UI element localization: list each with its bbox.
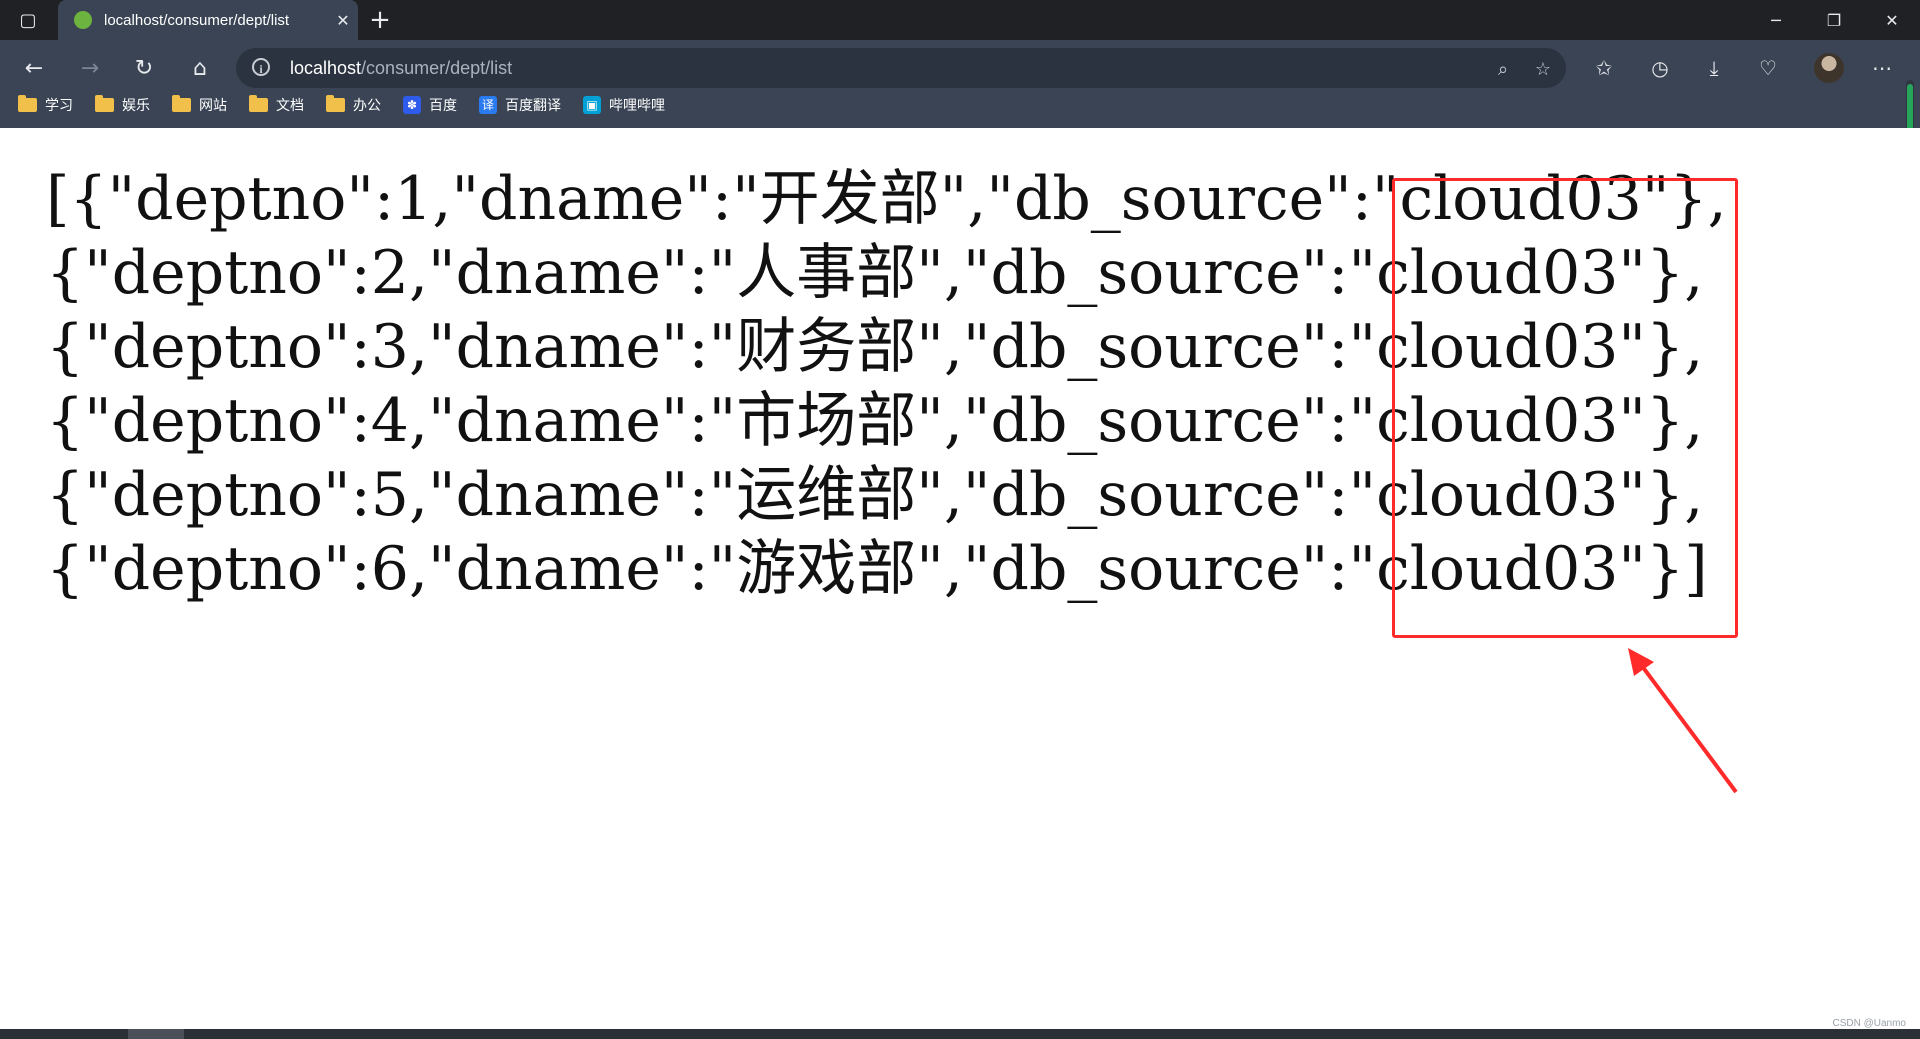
taskbar-edge (0, 1029, 1920, 1039)
taskbar-segment (128, 1029, 184, 1039)
annotation-arrow-icon (1628, 648, 1738, 794)
watermark: CSDN @Uanmo (1832, 1018, 1906, 1029)
